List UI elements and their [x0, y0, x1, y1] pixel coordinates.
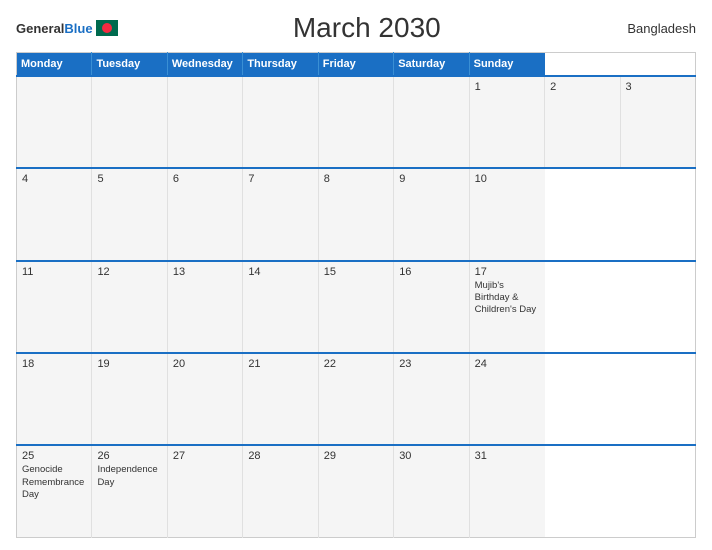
calendar-cell	[167, 76, 242, 168]
day-number: 11	[22, 266, 86, 278]
calendar-cell: 16	[394, 261, 469, 353]
logo-general-text: General	[16, 21, 64, 36]
day-number: 27	[173, 450, 237, 462]
day-number: 26	[97, 450, 161, 462]
calendar-cell: 18	[17, 353, 92, 445]
calendar-cell: 9	[394, 168, 469, 260]
weekday-monday: Monday	[17, 53, 92, 77]
event-label: Independence Day	[97, 464, 161, 489]
calendar-cell: 28	[243, 445, 318, 537]
calendar-cell: 10	[469, 168, 544, 260]
calendar-cell	[243, 76, 318, 168]
day-number: 20	[173, 358, 237, 370]
day-number: 13	[173, 266, 237, 278]
weekday-friday: Friday	[318, 53, 393, 77]
calendar-page: General Blue March 2030 Bangladesh Monda…	[0, 0, 712, 550]
weekday-thursday: Thursday	[243, 53, 318, 77]
calendar-cell: 27	[167, 445, 242, 537]
calendar-cell: 30	[394, 445, 469, 537]
day-number: 29	[324, 450, 388, 462]
calendar-cell: 23	[394, 353, 469, 445]
day-number: 23	[399, 358, 463, 370]
day-number: 17	[475, 266, 540, 278]
day-number: 28	[248, 450, 312, 462]
calendar-cell: 2	[545, 76, 620, 168]
calendar-cell: 11	[17, 261, 92, 353]
calendar-cell	[17, 76, 92, 168]
calendar-table: Monday Tuesday Wednesday Thursday Friday…	[16, 52, 696, 538]
day-number: 12	[97, 266, 161, 278]
day-number: 3	[626, 81, 691, 93]
day-number: 5	[97, 173, 161, 185]
calendar-cell: 14	[243, 261, 318, 353]
day-number: 6	[173, 173, 237, 185]
day-number: 4	[22, 173, 86, 185]
calendar-cell: 17 Mujib's Birthday & Children's Day	[469, 261, 544, 353]
day-number: 24	[475, 358, 540, 370]
day-number: 22	[324, 358, 388, 370]
calendar-cell	[394, 76, 469, 168]
day-number: 18	[22, 358, 86, 370]
logo: General Blue	[16, 20, 118, 36]
calendar-row: 123	[17, 76, 696, 168]
calendar-cell: 8	[318, 168, 393, 260]
calendar-cell: 12	[92, 261, 167, 353]
calendar-cell: 29	[318, 445, 393, 537]
day-number: 1	[475, 81, 539, 93]
calendar-cell: 20	[167, 353, 242, 445]
day-number: 9	[399, 173, 463, 185]
calendar-cell: 31	[469, 445, 544, 537]
event-label: Mujib's Birthday & Children's Day	[475, 280, 540, 317]
day-number: 31	[475, 450, 540, 462]
country-label: Bangladesh	[616, 21, 696, 36]
day-number: 14	[248, 266, 312, 278]
calendar-row: 18 19 20 21 22 23 24	[17, 353, 696, 445]
calendar-cell: 26 Independence Day	[92, 445, 167, 537]
weekday-header-row: Monday Tuesday Wednesday Thursday Friday…	[17, 53, 696, 77]
calendar-cell: 13	[167, 261, 242, 353]
day-number: 19	[97, 358, 161, 370]
calendar-title: March 2030	[118, 12, 616, 44]
day-number: 7	[248, 173, 312, 185]
calendar-cell: 25 Genocide Remembrance Day	[17, 445, 92, 537]
calendar-row: 456789 10	[17, 168, 696, 260]
weekday-sunday: Sunday	[469, 53, 544, 77]
day-number: 2	[550, 81, 614, 93]
weekday-saturday: Saturday	[394, 53, 469, 77]
day-number: 25	[22, 450, 86, 462]
calendar-cell: 7	[243, 168, 318, 260]
calendar-cell: 1	[469, 76, 544, 168]
day-number: 21	[248, 358, 312, 370]
calendar-cell: 21	[243, 353, 318, 445]
calendar-cell: 3	[620, 76, 696, 168]
calendar-cell	[318, 76, 393, 168]
logo-flag-icon	[96, 20, 118, 36]
day-number: 16	[399, 266, 463, 278]
weekday-tuesday: Tuesday	[92, 53, 167, 77]
calendar-cell: 4	[17, 168, 92, 260]
calendar-cell: 19	[92, 353, 167, 445]
calendar-header: General Blue March 2030 Bangladesh	[16, 12, 696, 44]
calendar-cell: 15	[318, 261, 393, 353]
day-number: 8	[324, 173, 388, 185]
weekday-wednesday: Wednesday	[167, 53, 242, 77]
day-number: 30	[399, 450, 463, 462]
calendar-cell: 22	[318, 353, 393, 445]
calendar-cell: 24	[469, 353, 544, 445]
day-number: 10	[475, 173, 540, 185]
calendar-cell: 6	[167, 168, 242, 260]
calendar-cell	[92, 76, 167, 168]
event-label: Genocide Remembrance Day	[22, 464, 86, 501]
calendar-row: 25 Genocide Remembrance Day 26 Independence…	[17, 445, 696, 537]
calendar-cell: 5	[92, 168, 167, 260]
day-number: 15	[324, 266, 388, 278]
calendar-row: 11 12 13 14 15 16 17 Mujib's Birthday & Childre…	[17, 261, 696, 353]
logo-blue-text: Blue	[64, 21, 92, 36]
